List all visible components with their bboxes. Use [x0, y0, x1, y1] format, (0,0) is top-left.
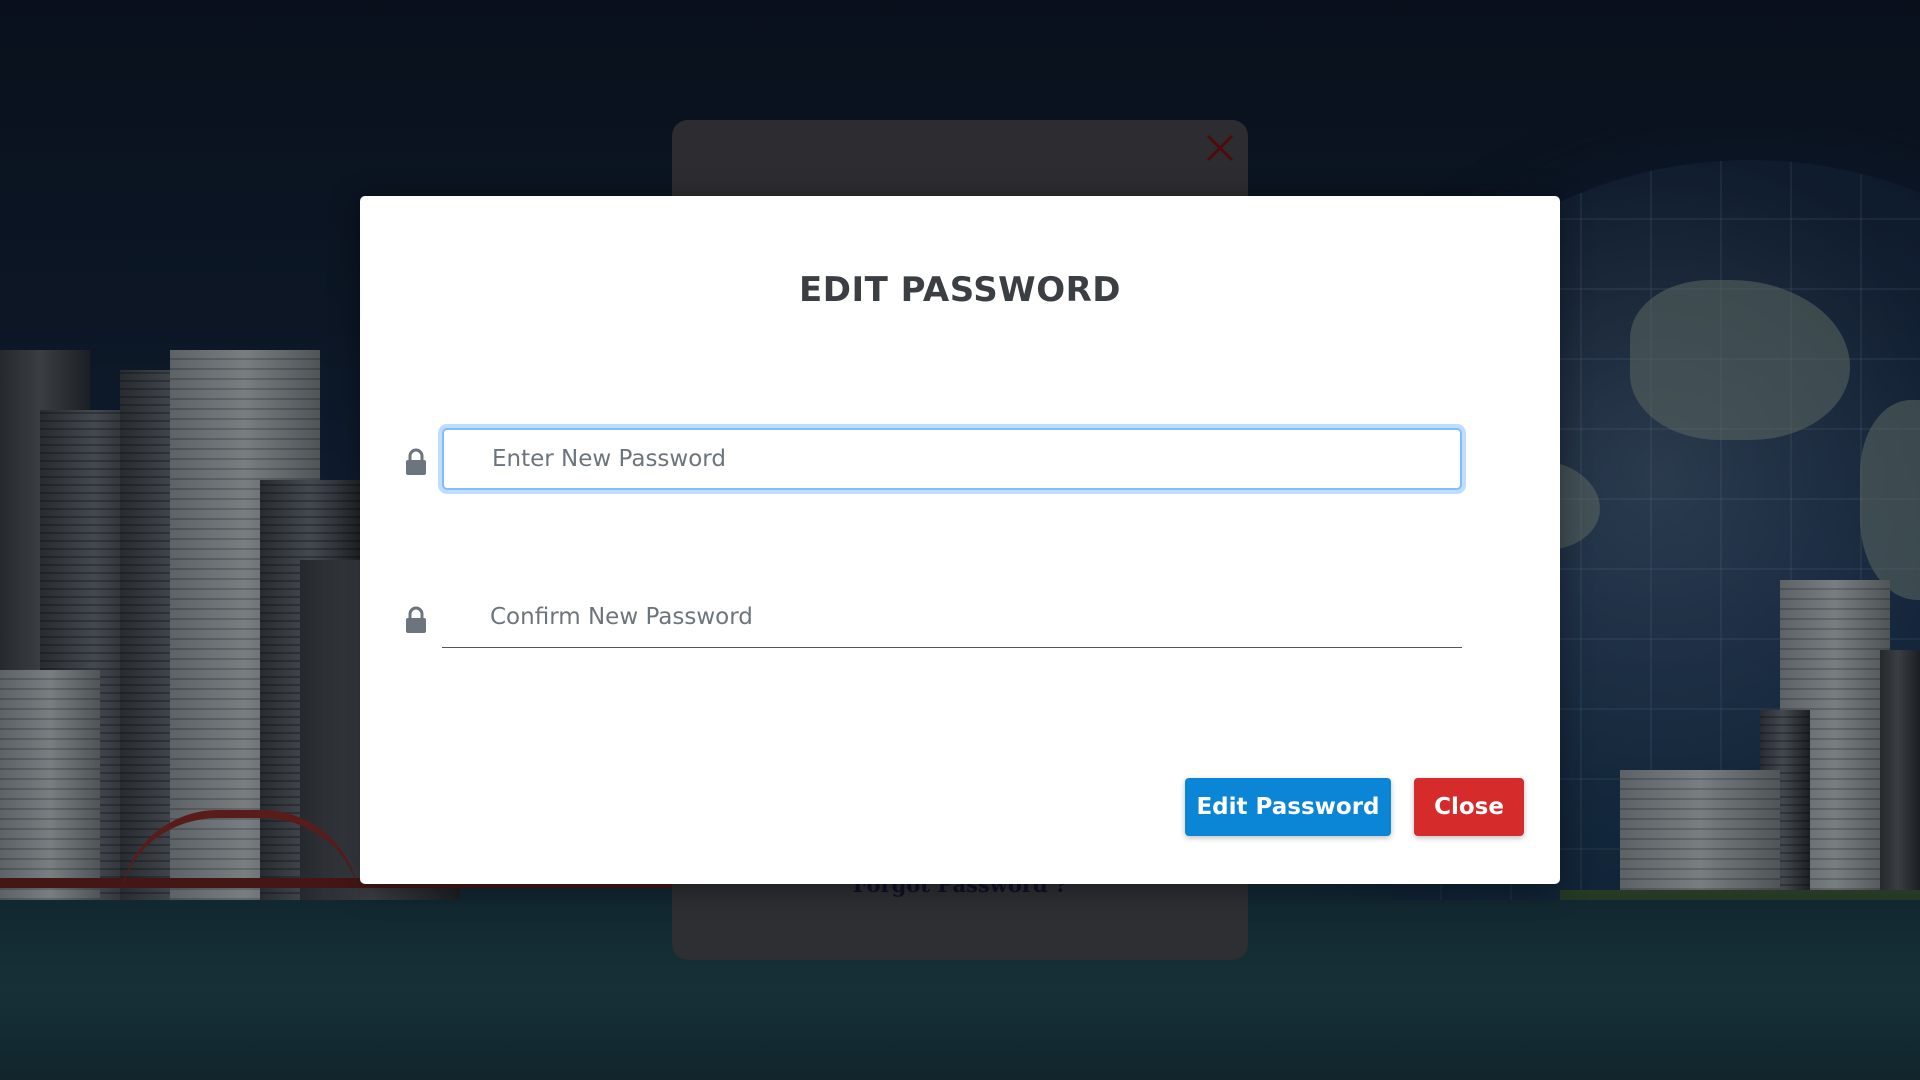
lock-icon: [404, 448, 428, 476]
new-password-input[interactable]: [442, 428, 1462, 490]
confirm-password-input[interactable]: [442, 586, 1462, 648]
close-button[interactable]: Close: [1414, 778, 1524, 836]
edit-password-button[interactable]: Edit Password: [1185, 778, 1391, 836]
lock-icon: [404, 606, 428, 634]
modal-title: EDIT PASSWORD: [799, 270, 1121, 310]
confirm-password-row: [404, 586, 1462, 648]
new-password-row: [404, 428, 1462, 490]
edit-password-modal: EDIT PASSWORD Edit Password Close: [360, 196, 1560, 884]
